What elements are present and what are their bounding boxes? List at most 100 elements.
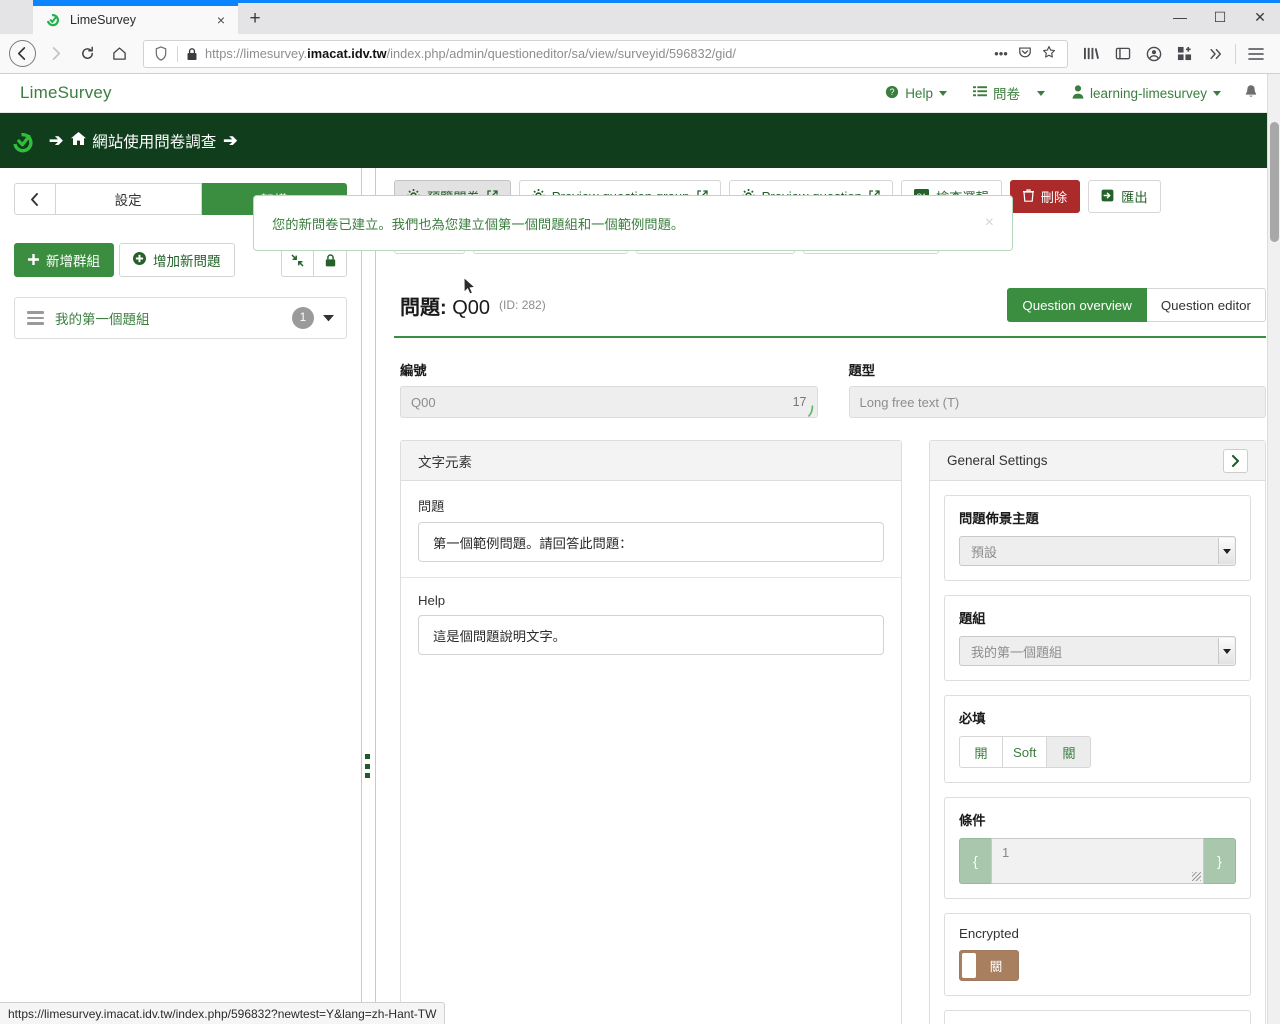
question-group-select[interactable]: 我的第一個題組: [959, 636, 1236, 666]
page-actions-icon[interactable]: •••: [989, 46, 1013, 61]
home-icon[interactable]: [70, 131, 87, 150]
topnav-item-help[interactable]: ? Help: [872, 74, 960, 113]
mandatory-option-off[interactable]: 關: [1047, 736, 1092, 768]
relevance-label: 條件: [959, 813, 986, 828]
question-code-input[interactable]: Q00 17: [400, 386, 818, 418]
app-brand[interactable]: LimeSurvey: [20, 83, 112, 103]
question-code-field-wrap: 編號 Q00 17: [400, 360, 818, 418]
add-group-label: 新增群組: [46, 254, 100, 269]
reload-button[interactable]: [71, 39, 103, 69]
svg-text:?: ?: [890, 87, 895, 97]
window-controls: — ☐ ✕: [1160, 0, 1280, 34]
close-icon[interactable]: ×: [212, 11, 230, 29]
url-protocol: https://limesurvey.: [205, 46, 308, 61]
plus-circle-icon: [133, 252, 146, 268]
bookmark-star-icon[interactable]: [1037, 45, 1061, 62]
back-button[interactable]: [9, 40, 36, 67]
limesurvey-app: LimeSurvey ? Help 問卷 learning-limesurvey…: [0, 74, 1280, 1024]
question-theme-label: 問題佈景主題: [959, 511, 1039, 526]
delete-button[interactable]: 刪除: [1009, 180, 1081, 213]
export-label: 匯出: [1121, 190, 1148, 205]
pocket-icon[interactable]: [1013, 45, 1037, 62]
encrypted-toggle[interactable]: 關: [959, 950, 1019, 981]
splitter-handle[interactable]: [365, 754, 370, 778]
url-text[interactable]: https://limesurvey.imacat.idv.tw/index.p…: [200, 46, 989, 61]
chevron-down-icon: [938, 90, 947, 96]
add-group-button[interactable]: 新增群組: [14, 243, 114, 277]
topnav-item-user[interactable]: learning-limesurvey: [1059, 74, 1234, 113]
chevron-right-icon[interactable]: [1223, 448, 1248, 473]
chevron-down-icon[interactable]: [323, 309, 334, 327]
chevron-down-icon: [1218, 538, 1234, 564]
question-header: 問題: Q00 (ID: 282) Question overview Ques…: [394, 288, 1266, 338]
lock-icon[interactable]: [183, 47, 200, 61]
drag-handle-icon[interactable]: [27, 311, 44, 325]
sidebar-collapse-button[interactable]: [14, 183, 56, 215]
maximize-icon[interactable]: ☐: [1200, 9, 1240, 26]
mandatory-button-group: 開 Soft 關: [959, 736, 1236, 768]
topnav-item-surveys[interactable]: 問卷: [960, 74, 1033, 113]
editor-panels: 文字元素 問題 第一個範例問題。請回答此問題： Help 這是個問題說明文字。 …: [394, 440, 1266, 1024]
url-bar[interactable]: https://limesurvey.imacat.idv.tw/index.p…: [143, 39, 1068, 68]
question-id: (ID: 282): [499, 298, 546, 312]
question-type-input[interactable]: Long free text (T): [848, 386, 1266, 418]
chevron-down-icon: [1213, 90, 1221, 96]
browser-tab[interactable]: LimeSurvey ×: [33, 3, 238, 34]
encrypted-label: Encrypted: [959, 926, 1019, 941]
breadcrumb-survey-title[interactable]: 網站使用問卷調查: [92, 130, 216, 152]
scrollbar-thumb[interactable]: [1270, 122, 1279, 242]
new-tab-button[interactable]: +: [238, 3, 272, 34]
export-icon: [1101, 189, 1114, 205]
delete-label: 刪除: [1040, 190, 1068, 205]
sidebar-icon[interactable]: [1107, 39, 1138, 69]
question-text-value[interactable]: 第一個範例問題。請回答此問題：: [418, 522, 884, 562]
group-list-item[interactable]: 我的第一個題組 1: [14, 297, 347, 339]
tab-title: LimeSurvey: [70, 13, 136, 27]
tab-question-overview[interactable]: Question overview: [1007, 288, 1147, 322]
mandatory-option-soft[interactable]: Soft: [1003, 736, 1048, 768]
encrypted-toggle-state: 關: [989, 960, 1003, 974]
url-domain: imacat.idv.tw: [307, 46, 387, 61]
question-code-label: 編號: [400, 363, 427, 378]
text-elements-panel-header: 文字元素: [401, 441, 901, 481]
topnav-surveys-caret[interactable]: [1033, 74, 1059, 113]
help-icon: ?: [885, 85, 899, 102]
relevance-input[interactable]: 1: [991, 838, 1204, 884]
chevron-down-icon: [1036, 90, 1045, 96]
panel-splitter[interactable]: [362, 168, 376, 1024]
user-icon: [1072, 84, 1084, 102]
close-icon[interactable]: ×: [975, 214, 994, 232]
toolbar-divider: [1235, 43, 1236, 64]
question-group-label: 題組: [959, 611, 986, 626]
tracking-shield-icon[interactable]: [150, 46, 172, 61]
question-top-fields: 編號 Q00 17 題型 Long free text (T): [394, 360, 1266, 418]
encrypted-setting: Encrypted 關: [944, 913, 1251, 996]
breadcrumb-arrow-icon-2: ➔: [223, 130, 238, 150]
help-text-value[interactable]: 這是個問題說明文字。: [418, 615, 884, 655]
minimize-icon[interactable]: —: [1160, 9, 1200, 25]
window-close-icon[interactable]: ✕: [1240, 9, 1280, 26]
group-name[interactable]: 我的第一個題組: [55, 308, 292, 328]
library-icon[interactable]: [1076, 39, 1107, 69]
toggle-knob: [962, 953, 976, 978]
tab-question-editor[interactable]: Question editor: [1146, 288, 1266, 322]
question-title-prefix: 問題:: [400, 296, 447, 319]
topnav-label-surveys: 問卷: [992, 87, 1020, 102]
menu-icon[interactable]: [1240, 39, 1271, 69]
home-button[interactable]: [103, 39, 135, 69]
overflow-icon[interactable]: [1200, 39, 1231, 69]
question-type-label: 題型: [848, 363, 876, 378]
question-theme-select[interactable]: 預設: [959, 536, 1236, 566]
add-question-button[interactable]: 增加新問題: [119, 243, 235, 277]
sidebar-tab-settings[interactable]: 設定: [55, 183, 202, 215]
topnav-label-user: learning-limesurvey: [1089, 85, 1207, 101]
general-settings-header: General Settings: [930, 441, 1265, 481]
question-code-value: Q00: [411, 394, 436, 410]
mandatory-option-on[interactable]: 開: [959, 736, 1003, 768]
resize-handle-icon[interactable]: [1192, 872, 1201, 881]
page-scrollbar[interactable]: [1267, 74, 1280, 1024]
question-type-value: Long free text (T): [859, 394, 960, 410]
export-button[interactable]: 匯出: [1088, 180, 1161, 213]
extensions-icon[interactable]: [1169, 39, 1200, 69]
account-icon[interactable]: [1138, 39, 1169, 69]
